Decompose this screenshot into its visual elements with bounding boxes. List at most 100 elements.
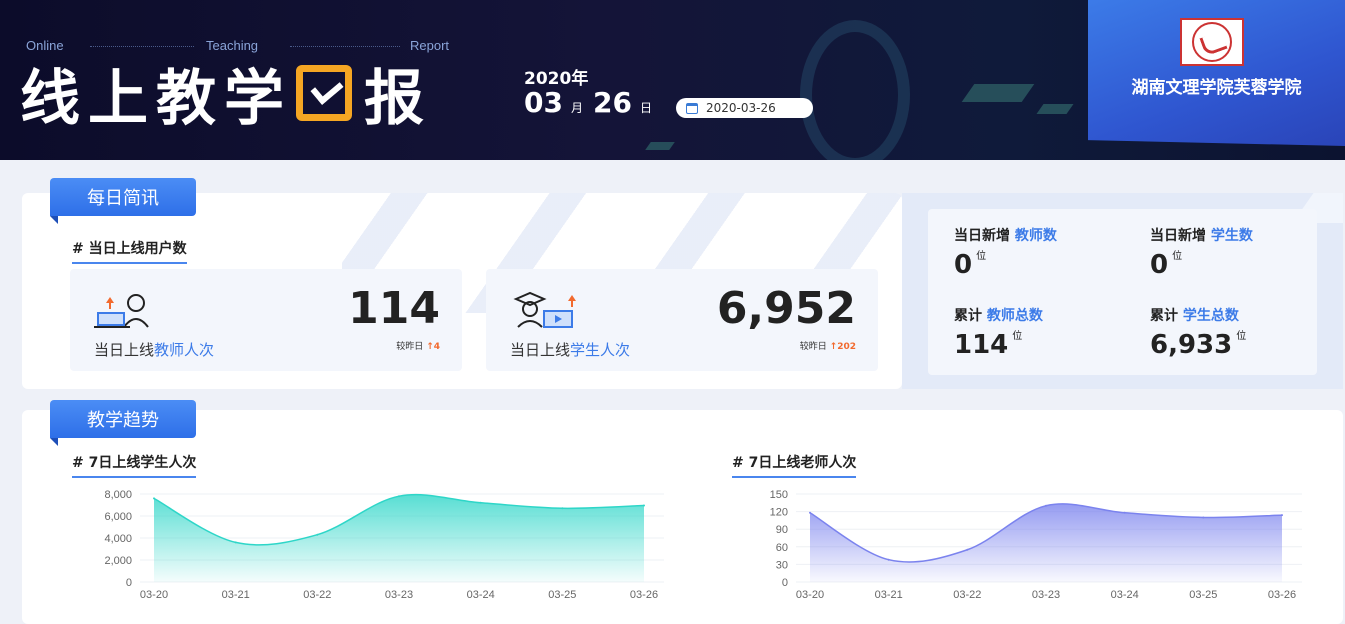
trend-card: # 7日上线学生人次 # 7日上线老师人次 0 2,000 4,000 6,000 8,…	[22, 410, 1343, 624]
stat-prefix: 累计	[1150, 308, 1178, 324]
up-delta: ↑4	[426, 342, 440, 352]
decorative-shape	[645, 142, 675, 150]
calendar-icon	[686, 102, 698, 114]
decorative-ring	[800, 20, 910, 160]
x-tick-label: 03-22	[303, 589, 331, 601]
y-tick-label: 4,000	[104, 533, 132, 545]
compare-label: 较昨日	[396, 342, 424, 352]
stat-prefix: 当日新增	[954, 228, 1010, 244]
stat-value: 114	[954, 330, 1009, 360]
data-point	[643, 504, 645, 507]
y-tick-label: 6,000	[104, 511, 132, 523]
student-chart-title: # 7日上线学生人次	[72, 452, 197, 478]
summary-panel: 当日新增 教师数 0位 当日新增 学生数 0位 累计 教师总数 114 位 累计 …	[902, 193, 1343, 389]
compare-label: 较昨日	[799, 342, 827, 352]
data-point	[479, 501, 482, 504]
report-header: Online Teaching Report 线上教学 报 2020年 03 月…	[0, 0, 1345, 160]
stat-unit: 位	[1172, 251, 1183, 262]
series-area	[810, 503, 1282, 582]
label-highlight: 学生人次	[570, 341, 631, 359]
decorative-shape	[1036, 104, 1074, 114]
stat-prefix: 累计	[954, 308, 982, 324]
month-unit: 月	[570, 101, 583, 115]
date-picker[interactable]: 2020-03-26	[676, 98, 813, 118]
stat-unit: 位	[976, 251, 987, 262]
stat-prefix: 当日新增	[1150, 228, 1206, 244]
x-tick-label: 03-25	[548, 589, 576, 601]
stat-unit: 位	[1012, 331, 1023, 342]
summary-grid: 当日新增 教师数 0位 当日新增 学生数 0位 累计 教师总数 114 位 累计 …	[928, 209, 1317, 375]
y-tick-label: 120	[770, 507, 788, 519]
school-name: 湖南文理学院芙蓉学院	[1131, 78, 1302, 98]
new-student-stat: 当日新增 学生数 0位	[1150, 225, 1253, 280]
school-seal-icon	[1192, 22, 1232, 62]
report-day: 26	[592, 86, 632, 119]
x-tick-label: 03-26	[1268, 589, 1296, 601]
teacher-trend-chart: 0 30 60 90 120 150 03-20 03-21 03-22 03-23 03-24 03…	[770, 489, 1302, 601]
student-online-stat: 6,952 当日上线学生人次 较昨日 ↑202	[486, 269, 878, 371]
up-delta: ↑202	[829, 342, 856, 352]
school-logo	[1180, 18, 1244, 66]
stat-value: 0	[1150, 250, 1169, 280]
dotted-divider	[290, 46, 400, 47]
daily-card: # 当日上线用户数 114 当日上线教师人次 较昨日 ↑4 6,952 当日上线…	[22, 193, 902, 389]
stat-highlight: 学生总数	[1182, 308, 1239, 324]
report-date: 03 月 26 日	[524, 86, 662, 119]
x-tick-label: 03-22	[953, 589, 981, 601]
title-text-suffix: 报	[364, 63, 432, 134]
day-unit: 日	[639, 101, 652, 115]
student-online-value: 6,952	[716, 283, 856, 334]
y-tick-label: 60	[776, 542, 788, 554]
teacher-online-stat: 114 当日上线教师人次 较昨日 ↑4	[70, 269, 462, 371]
y-tick-label: 8,000	[104, 489, 132, 501]
label-highlight: 教师人次	[154, 341, 215, 359]
y-tick-label: 30	[776, 559, 788, 571]
student-trend-chart: 0 2,000 4,000 6,000 8,000 03-20 03-21 03-22 03-2…	[104, 489, 664, 601]
tab-daily-news[interactable]: 每日简讯	[50, 178, 196, 224]
tab-teaching-trend[interactable]: 教学趋势	[50, 400, 196, 446]
data-point	[1123, 511, 1126, 514]
data-point	[234, 541, 237, 544]
new-teacher-stat: 当日新增 教师数 0位	[954, 225, 1057, 280]
y-tick-label: 90	[776, 524, 788, 536]
x-tick-label: 03-20	[140, 589, 168, 601]
data-point	[316, 533, 319, 536]
total-student-stat: 累计 学生总数 6,933 位	[1150, 305, 1246, 360]
teacher-online-label: 当日上线教师人次	[94, 339, 214, 360]
y-tick-label: 150	[770, 489, 788, 501]
label-prefix: 当日上线	[94, 341, 155, 359]
x-tick-label: 03-24	[1111, 589, 1139, 601]
total-teacher-stat: 累计 教师总数 114 位	[954, 305, 1043, 360]
data-point	[1202, 516, 1205, 519]
decorative-shape	[961, 84, 1035, 102]
student-online-compare: 较昨日 ↑202	[800, 339, 856, 352]
student-online-label: 当日上线学生人次	[510, 339, 630, 360]
teacher-online-compare: 较昨日 ↑4	[396, 339, 440, 352]
teacher-laptop-icon	[94, 294, 149, 328]
x-tick-label: 03-23	[1032, 589, 1060, 601]
stat-unit: 位	[1236, 331, 1247, 342]
data-point	[1045, 504, 1047, 507]
y-tick-label: 0	[126, 577, 132, 589]
x-tick-label: 03-24	[467, 589, 495, 601]
teacher-online-value: 114	[348, 283, 440, 334]
stat-highlight: 教师总数	[986, 308, 1043, 324]
title-text: 线上教学	[20, 63, 292, 134]
report-month: 03	[524, 86, 563, 119]
x-tick-label: 03-21	[222, 589, 250, 601]
data-point	[1281, 514, 1283, 517]
data-point	[966, 548, 969, 551]
stat-highlight: 教师数	[1014, 228, 1057, 244]
data-point	[887, 558, 890, 561]
data-point	[561, 507, 564, 510]
student-video-icon	[513, 291, 576, 328]
x-tick-label: 03-21	[875, 589, 903, 601]
stat-highlight: 学生数	[1210, 228, 1253, 244]
calendar-check-icon	[296, 65, 352, 121]
y-tick-label: 0	[782, 577, 788, 589]
x-tick-label: 03-26	[630, 589, 658, 601]
school-badge: 湖南文理学院芙蓉学院	[1088, 0, 1345, 146]
dotted-divider	[90, 46, 194, 47]
teacher-chart-title: # 7日上线老师人次	[732, 452, 857, 478]
x-tick-label: 03-23	[385, 589, 413, 601]
